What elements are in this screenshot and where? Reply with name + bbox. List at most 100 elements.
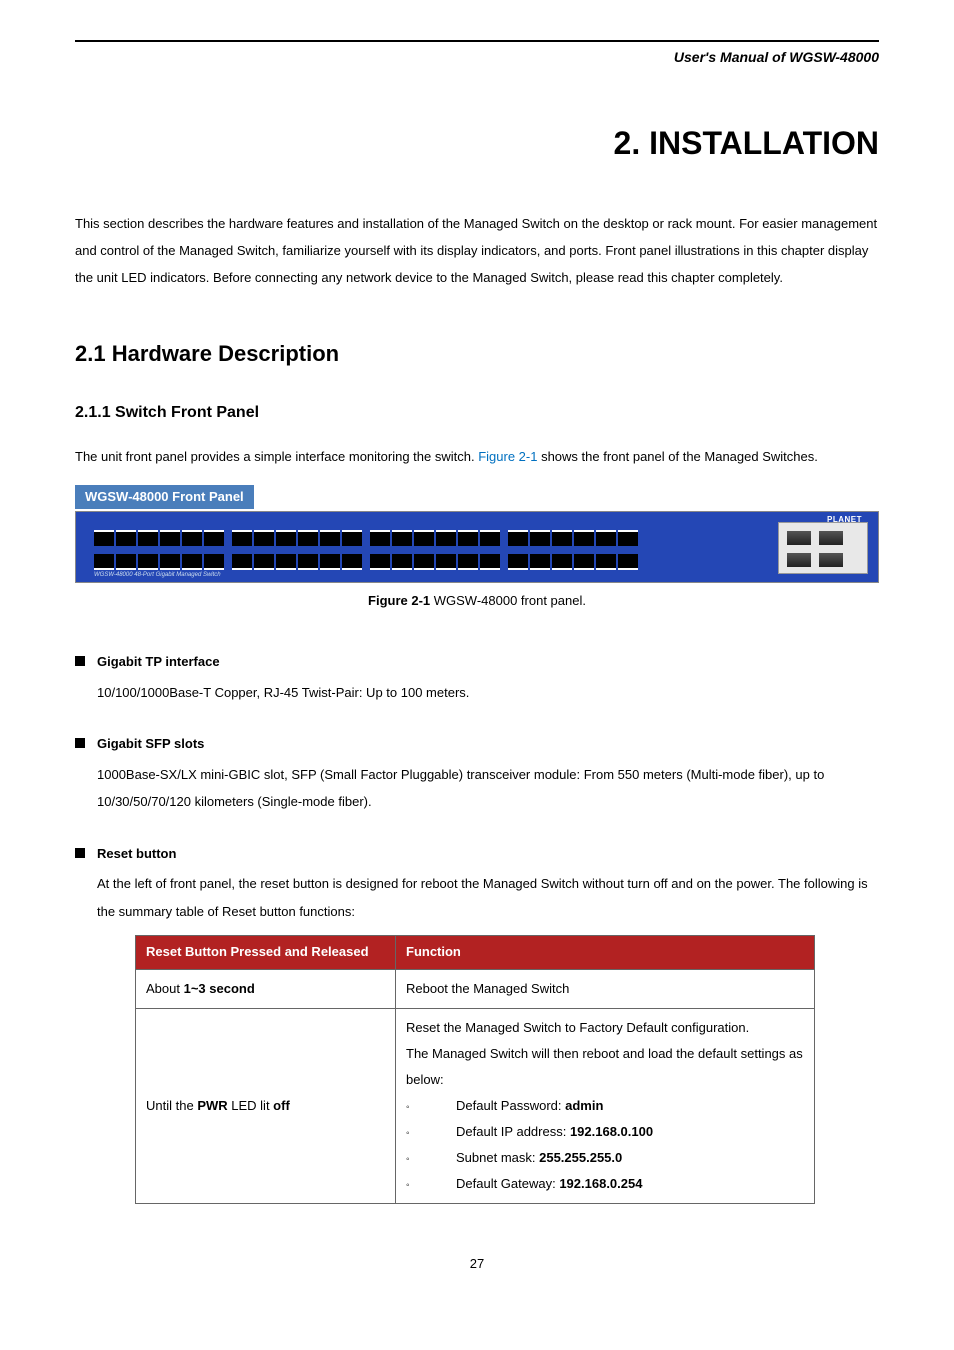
sfp-slot: [787, 553, 811, 567]
sfp-slot: [819, 553, 843, 567]
ethernet-port: [436, 554, 456, 570]
bullet-sfp: Gigabit SFP slots: [75, 734, 879, 755]
ports-row-top: [94, 530, 644, 546]
bullet-reset-title: Reset button: [97, 844, 176, 865]
cell-pre: Until the: [146, 1098, 197, 1113]
default-setting-item: ◦Default Gateway: 192.168.0.254: [406, 1171, 804, 1197]
caption-bold: Figure 2-1: [368, 593, 430, 608]
circle-bullet-icon: ◦: [406, 1176, 456, 1196]
ethernet-port: [508, 554, 528, 570]
ethernet-port: [232, 554, 252, 570]
ethernet-port: [254, 554, 274, 570]
default-setting-label: Default Password:: [456, 1098, 565, 1113]
section-2-1-title: 2.1 Hardware Description: [75, 336, 879, 371]
chapter-title: 2. INSTALLATION: [75, 118, 879, 169]
circle-bullet-icon: ◦: [406, 1150, 456, 1170]
square-bullet-icon: [75, 848, 85, 858]
ethernet-port: [160, 530, 180, 546]
ethernet-port: [320, 530, 340, 546]
ethernet-port: [508, 530, 528, 546]
switch-front-panel-figure: PLANET WGSW-48000 48-Port Gigabit Manage…: [75, 511, 879, 583]
ethernet-port: [574, 530, 594, 546]
bullet-sfp-title: Gigabit SFP slots: [97, 734, 204, 755]
ethernet-port: [342, 554, 362, 570]
ethernet-port: [414, 554, 434, 570]
default-setting-text: Default IP address: 192.168.0.100: [456, 1119, 653, 1145]
reset-defaults-list: ◦Default Password: admin◦Default IP addr…: [406, 1093, 804, 1197]
ethernet-port: [320, 554, 340, 570]
chapter-intro: This section describes the hardware feat…: [75, 210, 879, 292]
ethernet-port: [182, 554, 202, 570]
ethernet-port: [204, 530, 224, 546]
ethernet-port: [138, 530, 158, 546]
bullet-tp-title: Gigabit TP interface: [97, 652, 220, 673]
ethernet-port: [254, 530, 274, 546]
ethernet-port: [480, 530, 500, 546]
manual-title: User's Manual of WGSW-48000: [674, 49, 879, 65]
cell-mid: LED lit: [228, 1098, 274, 1113]
cell-function-reboot: Reboot the Managed Switch: [396, 969, 815, 1008]
table-row: About 1~3 second Reboot the Managed Swit…: [136, 969, 815, 1008]
ethernet-port: [596, 554, 616, 570]
subsection-2-1-1-title: 2.1.1 Switch Front Panel: [75, 400, 879, 426]
reset-line2: The Managed Switch will then reboot and …: [406, 1041, 804, 1093]
default-setting-item: ◦Subnet mask: 255.255.255.0: [406, 1145, 804, 1171]
ethernet-port: [530, 530, 550, 546]
ethernet-port: [298, 554, 318, 570]
front-panel-para: The unit front panel provides a simple i…: [75, 443, 879, 470]
ethernet-port: [370, 554, 390, 570]
ethernet-port: [342, 530, 362, 546]
sfp-slot: [819, 531, 843, 545]
ethernet-port: [182, 530, 202, 546]
default-setting-text: Subnet mask: 255.255.255.0: [456, 1145, 622, 1171]
cell-function-reset: Reset the Managed Switch to Factory Defa…: [396, 1008, 815, 1203]
panel-label-bar: WGSW-48000 Front Panel: [75, 485, 254, 510]
default-setting-label: Subnet mask:: [456, 1150, 539, 1165]
para-pre: The unit front panel provides a simple i…: [75, 449, 478, 464]
ethernet-port: [370, 530, 390, 546]
ethernet-port: [480, 554, 500, 570]
th-function: Function: [396, 936, 815, 970]
ethernet-port: [596, 530, 616, 546]
bullet-tp: Gigabit TP interface: [75, 652, 879, 673]
ethernet-port: [116, 554, 136, 570]
page-header: User's Manual of WGSW-48000: [75, 40, 879, 68]
cell-bold-off: off: [273, 1098, 290, 1113]
ethernet-port: [116, 530, 136, 546]
cell-bold: 1~3 second: [184, 981, 255, 996]
cell-pre: About: [146, 981, 184, 996]
ethernet-port: [530, 554, 550, 570]
ethernet-port: [552, 530, 572, 546]
cell-duration-long: Until the PWR LED lit off: [136, 1008, 396, 1203]
ethernet-port: [94, 530, 114, 546]
bullet-reset-body: At the left of front panel, the reset bu…: [97, 870, 879, 925]
default-setting-text: Default Password: admin: [456, 1093, 603, 1119]
ethernet-port: [204, 554, 224, 570]
reset-button-table: Reset Button Pressed and Released Functi…: [135, 935, 815, 1204]
default-setting-value: admin: [565, 1098, 603, 1113]
figure-caption: Figure 2-1 WGSW-48000 front panel.: [75, 591, 879, 612]
ethernet-port: [276, 554, 296, 570]
ethernet-port: [94, 554, 114, 570]
default-setting-value: 192.168.0.254: [559, 1176, 642, 1191]
ethernet-port: [276, 530, 296, 546]
default-setting-value: 192.168.0.100: [570, 1124, 653, 1139]
figure-ref-link[interactable]: Figure 2-1: [478, 449, 537, 464]
default-setting-item: ◦Default Password: admin: [406, 1093, 804, 1119]
bullet-sfp-body: 1000Base-SX/LX mini-GBIC slot, SFP (Smal…: [97, 761, 879, 816]
default-setting-label: Default IP address:: [456, 1124, 570, 1139]
square-bullet-icon: [75, 738, 85, 748]
bullet-tp-body: 10/100/1000Base-T Copper, RJ-45 Twist-Pa…: [97, 679, 879, 706]
square-bullet-icon: [75, 656, 85, 666]
default-setting-label: Default Gateway:: [456, 1176, 559, 1191]
switch-model-label: WGSW-48000 48-Port Gigabit Managed Switc…: [94, 571, 221, 581]
ethernet-port: [574, 554, 594, 570]
table-row: Until the PWR LED lit off Reset the Mana…: [136, 1008, 815, 1203]
cell-bold-pwr: PWR: [197, 1098, 227, 1113]
ports-row-bottom: [94, 554, 644, 570]
ethernet-port: [392, 554, 412, 570]
ethernet-port: [160, 554, 180, 570]
sfp-area: [778, 522, 868, 574]
circle-bullet-icon: ◦: [406, 1098, 456, 1118]
ethernet-port: [392, 530, 412, 546]
